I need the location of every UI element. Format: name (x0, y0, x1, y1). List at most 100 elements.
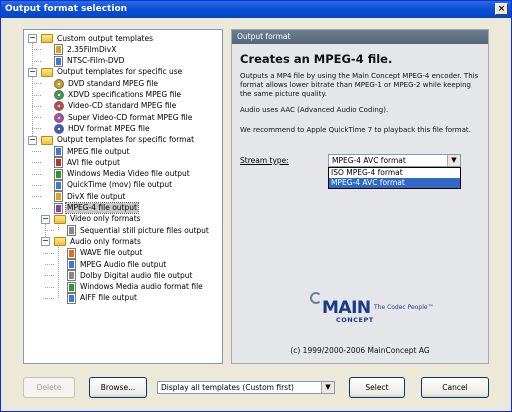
tree-branch-line (32, 173, 41, 175)
tree-template-node[interactable]: Dolby Digital audio file output (67, 270, 193, 282)
doc-icon (54, 44, 63, 56)
logo-concept-text: CONCEPT (336, 316, 374, 324)
disc-icon (54, 112, 64, 123)
tree-folder-node[interactable]: Output templates for specific format (41, 135, 195, 146)
tree-branch-line (45, 230, 54, 232)
folder-icon (41, 135, 53, 145)
tree-template-node[interactable]: WAVE file output (67, 247, 143, 259)
stream-type-option[interactable]: MPEG-4 AVC format (329, 178, 460, 188)
tree-template-node[interactable]: NTSC-Film-DVD (54, 55, 125, 67)
tree-node-label: WAVE file output (80, 248, 143, 258)
tree-branch-line (32, 94, 41, 96)
close-button[interactable]: × (495, 3, 508, 15)
tree-template-node[interactable]: MPEG Audio file output (67, 259, 167, 270)
chevron-down-icon[interactable]: ▼ (321, 382, 334, 393)
tree-node-label: Sequential still picture files output (80, 225, 209, 235)
stream-type-value: MPEG-4 AVC format (332, 156, 406, 165)
disc-icon (54, 78, 64, 89)
tree-template-node[interactable]: 2.35FilmDivX (54, 44, 117, 56)
tree-node-label: DivX file output (67, 191, 126, 201)
tree-branch-line (45, 286, 54, 288)
template-tree[interactable]: − Custom output templates 2.35FilmDivX NTSC… (23, 29, 223, 364)
tree-node-label: XDVD specifications MPEG file (68, 90, 182, 99)
collapse-toggle-icon[interactable]: − (41, 237, 50, 247)
tree-template-node[interactable]: MPEG file output (54, 146, 130, 157)
copyright-text: (c) 1999/2000-2006 MainConcept AG (290, 346, 430, 355)
select-button[interactable]: Select (349, 377, 405, 398)
title-bar[interactable]: Output format selection × (1, 1, 511, 18)
audio-note: Audio uses AAC (Advanced Audio Coding). (240, 106, 389, 114)
tree-node-label: Video only formats (70, 214, 141, 224)
tree-branch-line (32, 117, 41, 119)
tree-template-node[interactable]: QuickTime (mov) file output (54, 179, 173, 191)
disc-icon (54, 90, 64, 100)
cancel-button[interactable]: Cancel (421, 377, 489, 398)
doc-icon (54, 179, 63, 191)
doc-icon (54, 191, 63, 203)
format-description: Outputs a MP4 file by using the Main Con… (240, 72, 479, 98)
tree-branch-line (45, 252, 54, 254)
collapse-toggle-icon[interactable]: − (28, 135, 37, 145)
tree-template-node[interactable]: XDVD specifications MPEG file (54, 90, 182, 101)
delete-button[interactable]: Delete (23, 377, 75, 398)
tree-node-label: Super Video-CD format MPEG file (68, 112, 193, 122)
tree-branch-line (32, 105, 41, 107)
tree-node-label: Windows Media audio format file (80, 282, 203, 292)
tree-branch-line (45, 275, 54, 277)
chevron-down-icon[interactable]: ▼ (447, 155, 460, 166)
tree-folder-node[interactable]: Video only formats (54, 214, 142, 225)
tree-node-label: MPEG file output (67, 146, 130, 156)
details-panel: Output format Creates an MPEG-4 file. Ou… (231, 29, 489, 364)
doc-icon (54, 146, 63, 157)
folder-icon (41, 34, 53, 43)
browse-button[interactable]: Browse... (89, 377, 147, 398)
doc-icon (54, 202, 63, 214)
logo-swoosh-icon (310, 292, 322, 304)
tree-branch-line (32, 83, 41, 85)
tree-node-label: MPEG Audio file output (80, 259, 167, 269)
tree-template-node[interactable]: AVI file output (54, 157, 121, 169)
doc-icon (54, 157, 63, 169)
tree-template-node[interactable]: Super Video-CD format MPEG file (54, 112, 193, 123)
tree-node-label: AIFF file output (80, 293, 137, 303)
stream-type-options[interactable]: ISO MPEG-4 format MPEG-4 AVC format (328, 167, 461, 189)
tree-folder-node[interactable]: Custom output templates (41, 33, 154, 44)
tree-template-node[interactable]: Windows Media Video file output (54, 168, 191, 180)
tree-node-label: DVD standard MPEG file (68, 78, 158, 88)
collapse-toggle-icon[interactable]: − (41, 214, 50, 224)
tree-branch-line (32, 196, 41, 198)
collapse-toggle-icon[interactable]: − (28, 34, 37, 43)
doc-icon (67, 281, 76, 293)
logo-main-text: MAIN (322, 298, 371, 318)
tree-branch-line (32, 128, 41, 130)
doc-icon (67, 270, 76, 282)
tree-folder-node[interactable]: Audio only formats (54, 236, 142, 247)
tree-node-label: Video-CD standard MPEG file (68, 101, 177, 111)
collapse-toggle-icon[interactable]: − (28, 67, 37, 77)
stream-type-select[interactable]: MPEG-4 AVC format ▼ (328, 154, 461, 167)
template-filter-select[interactable]: Display all templates (Custom first) ▼ (157, 381, 335, 394)
tree-template-node[interactable]: DVD standard MPEG file (54, 78, 159, 89)
tree-folder-node[interactable]: Output templates for specific use (41, 67, 183, 78)
window-title: Output format selection (5, 4, 128, 14)
stream-type-option[interactable]: ISO MPEG-4 format (329, 168, 460, 178)
tree-template-node[interactable]: Windows Media audio format file (67, 281, 204, 293)
tree-branch-line (32, 60, 41, 62)
tree-template-node[interactable]: MPEG-4 file output (54, 202, 139, 214)
tree-template-node[interactable]: HDV format MPEG file (54, 123, 151, 134)
tree-template-node[interactable]: Video-CD standard MPEG file (54, 101, 177, 112)
tree-template-node[interactable]: AIFF file output (67, 292, 138, 304)
tree-template-node[interactable]: Sequential still picture files output (67, 225, 210, 237)
tree-template-node[interactable]: DivX file output (54, 191, 126, 203)
format-title: Creates an MPEG-4 file. (240, 52, 393, 66)
tree-node-label: Windows Media Video file output (67, 169, 190, 179)
tree-branch-line (32, 162, 41, 164)
disc-icon (54, 123, 64, 134)
playback-recommendation: We recommend to Apple QuickTime 7 to pla… (240, 126, 471, 134)
tree-node-label: Custom output templates (57, 33, 154, 43)
disc-icon (54, 101, 64, 112)
doc-icon (54, 168, 63, 180)
stream-type-label: Stream type: (240, 156, 289, 165)
tree-node-label: NTSC-Film-DVD (67, 56, 125, 66)
tree-node-label: QuickTime (mov) file output (67, 180, 173, 190)
